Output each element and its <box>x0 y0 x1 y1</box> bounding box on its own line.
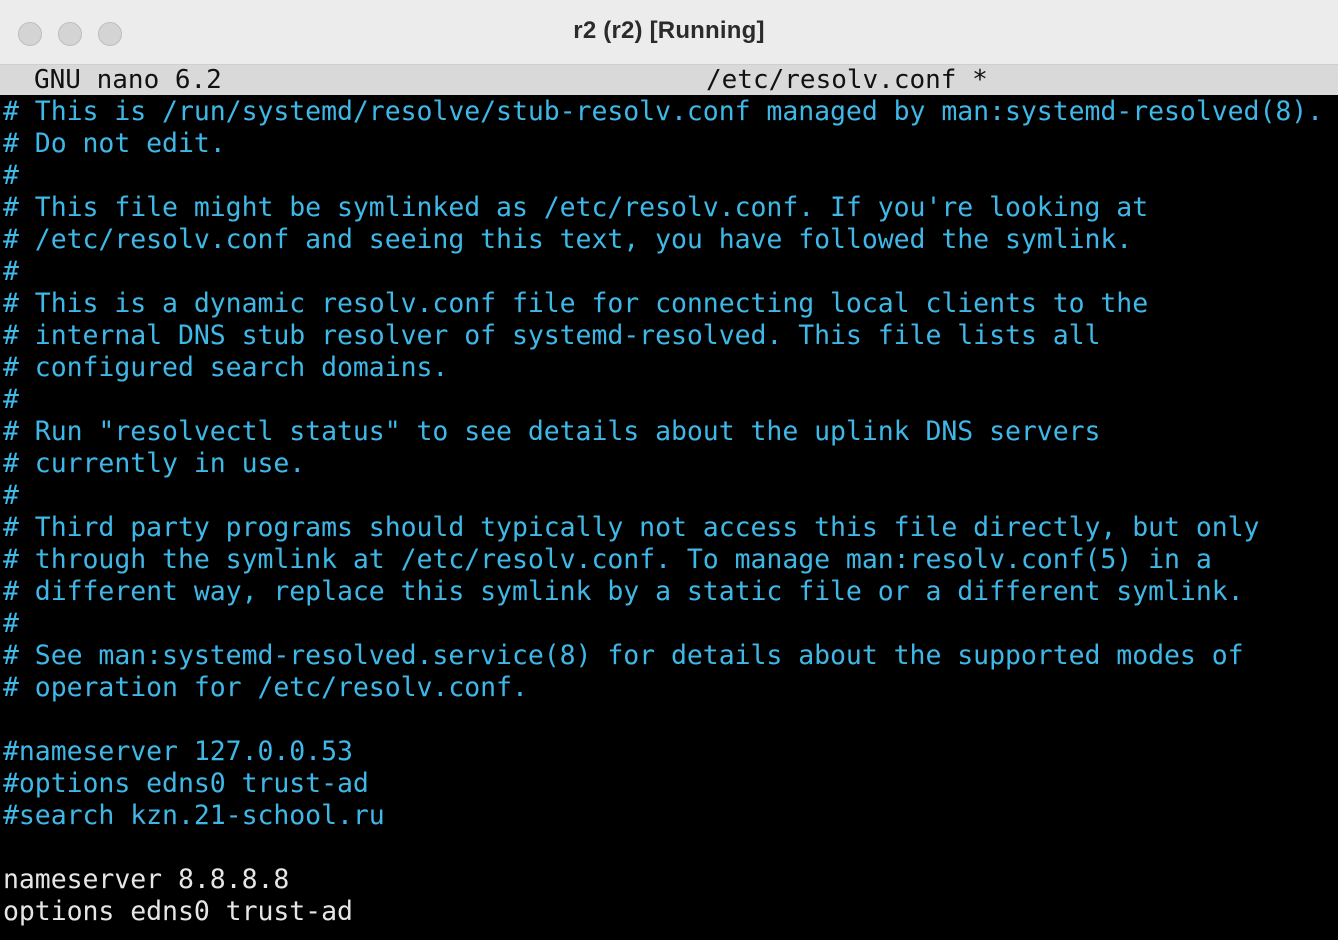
comment-line[interactable]: # <box>3 480 1338 512</box>
nano-version: GNU nano 6.2 <box>34 65 222 95</box>
nano-filename: /etc/resolv.conf * <box>706 65 988 95</box>
comment-line[interactable]: #search kzn.21-school.ru <box>3 800 1338 832</box>
window-title: r2 (r2) [Running] <box>573 17 765 44</box>
comment-line[interactable]: #options edns0 trust-ad <box>3 768 1338 800</box>
config-line[interactable] <box>3 704 1338 736</box>
config-line[interactable]: nameserver 8.8.8.8 <box>3 864 1338 896</box>
comment-line[interactable]: # Third party programs should typically … <box>3 512 1338 544</box>
comment-line[interactable]: # different way, replace this symlink by… <box>3 576 1338 608</box>
config-line[interactable]: options edns0 trust-ad <box>3 896 1338 928</box>
comment-line[interactable]: # <box>3 256 1338 288</box>
comment-line[interactable]: # /etc/resolv.conf and seeing this text,… <box>3 224 1338 256</box>
comment-line[interactable]: # through the symlink at /etc/resolv.con… <box>3 544 1338 576</box>
comment-line[interactable]: # <box>3 160 1338 192</box>
comment-line[interactable]: # <box>3 608 1338 640</box>
nano-title-bar: GNU nano 6.2 /etc/resolv.conf * <box>0 65 1338 95</box>
config-line[interactable] <box>3 832 1338 864</box>
comment-line[interactable]: # This is /run/systemd/resolve/stub-reso… <box>3 96 1338 128</box>
comment-line[interactable]: # This file might be symlinked as /etc/r… <box>3 192 1338 224</box>
nano-editor-buffer[interactable]: # This is /run/systemd/resolve/stub-reso… <box>3 96 1338 940</box>
comment-line[interactable]: # Run "resolvectl status" to see details… <box>3 416 1338 448</box>
window-titlebar[interactable]: r2 (r2) [Running] <box>0 0 1338 65</box>
comment-line[interactable]: # currently in use. <box>3 448 1338 480</box>
comment-line[interactable]: # Do not edit. <box>3 128 1338 160</box>
comment-line[interactable]: # See man:systemd-resolved.service(8) fo… <box>3 640 1338 672</box>
comment-line[interactable]: # internal DNS stub resolver of systemd-… <box>3 320 1338 352</box>
comment-line[interactable]: # operation for /etc/resolv.conf. <box>3 672 1338 704</box>
comment-line[interactable]: # This is a dynamic resolv.conf file for… <box>3 288 1338 320</box>
vm-window: r2 (r2) [Running] GNU nano 6.2 /etc/reso… <box>0 0 1338 940</box>
comment-line[interactable]: #nameserver 127.0.0.53 <box>3 736 1338 768</box>
comment-line[interactable]: # configured search domains. <box>3 352 1338 384</box>
comment-line[interactable]: # <box>3 384 1338 416</box>
